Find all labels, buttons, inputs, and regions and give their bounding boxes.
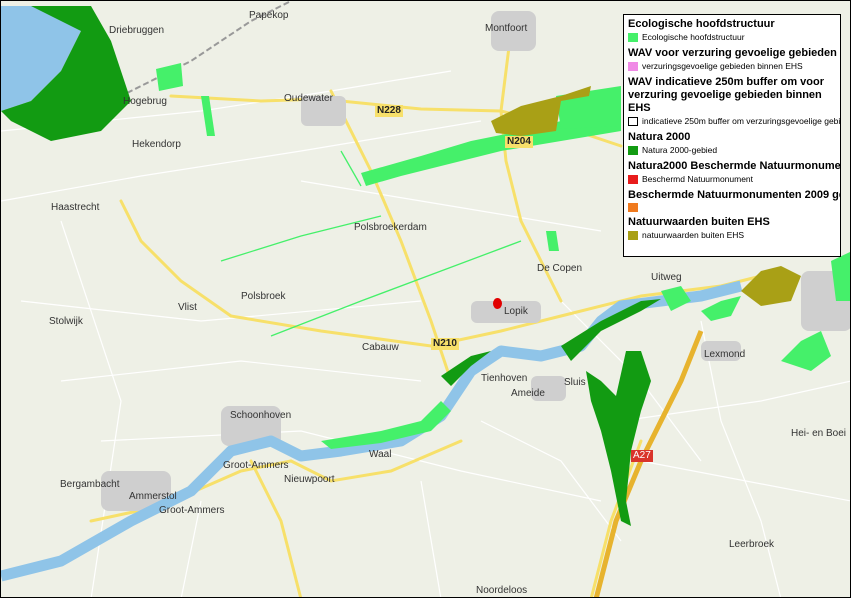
place-label: Ammerstol <box>129 491 177 502</box>
place-label: Driebruggen <box>109 25 165 36</box>
legend-item-label: Beschermd Natuurmonument <box>642 174 754 184</box>
place-label: Tienhoven <box>481 373 528 384</box>
place-label: Groot-Ammers <box>159 505 225 516</box>
place-label: Hei- en Boei <box>791 428 847 439</box>
place-label: Cabauw <box>362 342 399 353</box>
place-label: Montfoort <box>485 23 528 34</box>
place-label: Uitweg <box>651 272 682 283</box>
place-label: Vlist <box>178 302 197 313</box>
legend-title-buffer: WAV indicatieve 250m buffer om voor verz… <box>628 76 825 114</box>
legend-title-ehs: Ecologische hoofdstructuur <box>628 18 775 30</box>
place-label: Ameide <box>511 388 545 399</box>
road-label-n228: N228 <box>375 105 403 117</box>
legend-swatch <box>628 33 638 42</box>
place-label: Polsbroek <box>241 291 286 302</box>
legend-item-buffer: indicatieve 250m buffer om verzuringsgev… <box>628 116 840 127</box>
legend-swatch <box>628 175 638 184</box>
place-label: Nieuwpoort <box>284 474 335 485</box>
legend-item-label: natuurwaarden buiten EHS <box>642 230 745 240</box>
legend-item-label: Natura 2000-gebied <box>642 145 718 155</box>
place-label: Hekendorp <box>132 139 181 150</box>
place-label: Papekop <box>249 10 289 21</box>
road-label-a27: A27 <box>631 450 653 462</box>
place-label: Sluis <box>564 377 586 388</box>
place-label: Stolwijk <box>49 316 83 327</box>
place-label: Haastrecht <box>51 202 100 213</box>
road-label-n204: N204 <box>505 136 533 148</box>
place-label: Noordeloos <box>476 585 528 596</box>
place-label: Waal <box>369 449 392 460</box>
legend-item-beschermd2009 <box>628 203 836 212</box>
legend-title-beschermd2009: Beschermde Natuurmonumenten 2009 gebiede… <box>628 189 840 201</box>
place-label: Groot-Ammers <box>223 460 289 471</box>
legend-swatch <box>628 117 638 126</box>
legend-item-label: Ecologische hoofdstructuur <box>642 32 745 42</box>
location-marker[interactable] <box>493 298 502 309</box>
legend-item-ehs: Ecologische hoofdstructuur <box>628 32 836 43</box>
road-label-n210: N210 <box>431 338 459 350</box>
legend-item-verzuring: verzuringsgevoelige gebieden binnen EHS <box>628 61 836 72</box>
legend-item-label: indicatieve 250m buffer om verzuringsgev… <box>642 116 841 126</box>
map-legend: Ecologische hoofdstructuur Ecologische h… <box>623 14 841 257</box>
legend-swatch <box>628 62 638 71</box>
legend-item-label: verzuringsgevoelige gebieden binnen EHS <box>642 61 803 71</box>
place-label: Lexmond <box>704 349 746 360</box>
place-label: Hogebrug <box>123 96 167 107</box>
legend-title-verzuring: WAV voor verzuring gevoelige gebieden <box>628 47 837 59</box>
place-label: Bergambacht <box>60 479 120 490</box>
legend-swatch <box>628 146 638 155</box>
legend-title-beschermd: Natura2000 Beschermde Natuurmonumenten <box>628 160 841 172</box>
place-label: Oudewater <box>284 93 333 104</box>
legend-item-natuurwaarden: natuurwaarden buiten EHS <box>628 230 836 241</box>
place-label: Lopik <box>504 306 528 317</box>
legend-swatch <box>628 231 638 240</box>
legend-title-natuurwaarden: Natuurwaarden buiten EHS <box>628 216 770 228</box>
place-label: Polsbroekerdam <box>354 222 427 233</box>
map-viewport[interactable]: Driebruggen Papekop Montfoort Hogebrug O… <box>0 0 851 598</box>
legend-title-natura2000: Natura 2000 <box>628 131 691 143</box>
place-label: Leerbroek <box>729 539 775 550</box>
place-label: Schoonhoven <box>230 410 292 421</box>
legend-item-beschermd: Beschermd Natuurmonument <box>628 174 836 185</box>
place-label: De Copen <box>537 263 583 274</box>
legend-item-natura2000: Natura 2000-gebied <box>628 145 836 156</box>
legend-swatch <box>628 203 638 212</box>
